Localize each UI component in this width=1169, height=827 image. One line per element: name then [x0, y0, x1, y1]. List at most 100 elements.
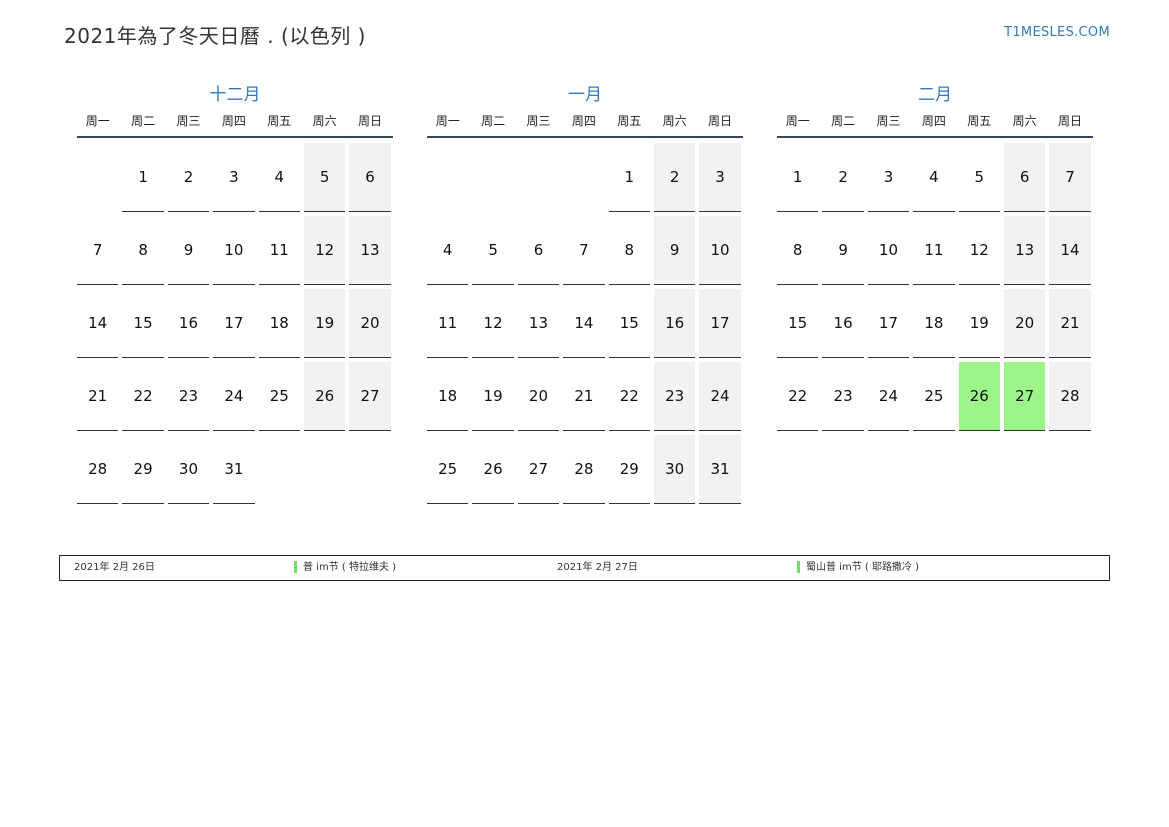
day-cell: 2: [822, 143, 864, 212]
month-december: 十二月 周一 周二 周三 周四 周五 周六 周日 1 2 3 4 5 6 7 8 9 10 11 12 13 14 15…: [77, 82, 393, 504]
day-cell: 26: [472, 435, 514, 504]
day-cell: 15: [122, 289, 164, 358]
day-cell: 6: [349, 143, 391, 212]
day-cell: 17: [867, 289, 910, 358]
day-cell-empty: [349, 435, 390, 504]
day-cell: 31: [699, 435, 741, 504]
day-cell: 24: [867, 362, 910, 431]
month-title: 二月: [918, 85, 952, 105]
day-cell: 5: [958, 143, 1000, 212]
day-cell: 10: [867, 216, 910, 285]
day-cell: 25: [913, 362, 955, 431]
day-cell: 27: [517, 435, 560, 504]
day-cell: 20: [517, 362, 560, 431]
legend-date: 2021年 2月 26日: [74, 562, 155, 573]
weekday-label: 周一: [785, 113, 810, 128]
weekday-label: 周二: [131, 113, 156, 128]
weekday-label: 周三: [876, 113, 901, 128]
day-cell: 21: [77, 362, 119, 431]
day-cell: 14: [563, 289, 605, 358]
day-cell: 11: [258, 216, 300, 285]
day-cell: 18: [427, 362, 469, 431]
day-cell: 23: [653, 362, 696, 431]
month-title: 十二月: [209, 85, 261, 105]
day-cell: 15: [777, 289, 819, 358]
day-cell: 23: [167, 362, 210, 431]
day-cell: 25: [427, 435, 469, 504]
page-title: 2021年為了冬天日曆 . (以色列 ): [64, 24, 366, 48]
day-cell: 26: [303, 362, 346, 431]
day-cell: 18: [258, 289, 300, 358]
day-grid: 1 2 3 4 5 6 7 8 9 10 11 12 13 14 15 16 17 18 19 20 21 22 23 24 2…: [777, 143, 1093, 431]
weekday-label: 周五: [617, 113, 642, 128]
day-grid: 1 2 3 4 5 6 7 8 9 10 11 12 13 14 15 16 17 18 19 20 21 22 23 24 2…: [77, 143, 393, 504]
day-cell: 21: [1049, 289, 1091, 358]
day-cell: 13: [1003, 216, 1046, 285]
day-cell: 15: [608, 289, 650, 358]
day-cell: 16: [653, 289, 696, 358]
day-cell-empty: [427, 143, 468, 212]
day-cell: 12: [303, 216, 346, 285]
day-cell: 13: [517, 289, 560, 358]
weekday-label: 周四: [221, 113, 246, 128]
day-cell: 27: [1003, 362, 1046, 431]
weekday-label: 周六: [662, 113, 687, 128]
holiday-legend: 2021年 2月 26日 普 im节 ( 特拉维夫 ) 2021年 2月 27日…: [59, 555, 1110, 581]
day-cell-empty: [518, 143, 559, 212]
day-cell: 17: [213, 289, 255, 358]
day-cell: 31: [213, 435, 255, 504]
legend-date: 2021年 2月 27日: [557, 562, 638, 573]
day-cell: 8: [608, 216, 650, 285]
day-cell: 29: [122, 435, 164, 504]
day-cell: 14: [1049, 216, 1091, 285]
weekday-label: 周三: [176, 113, 201, 128]
day-cell: 11: [913, 216, 955, 285]
day-cell: 20: [1003, 289, 1046, 358]
holiday-marker-icon: [294, 561, 297, 573]
day-cell: 28: [77, 435, 119, 504]
day-cell: 9: [822, 216, 864, 285]
day-cell: 3: [867, 143, 910, 212]
day-cell: 28: [563, 435, 605, 504]
day-grid: 1 2 3 4 5 6 7 8 9 10 11 12 13 14 15 16 17 18 19 20 21 22 23 24 2…: [427, 143, 743, 504]
day-cell: 28: [1049, 362, 1091, 431]
day-cell: 5: [472, 216, 514, 285]
site-link[interactable]: T1MESLES.COM: [1004, 25, 1110, 40]
day-cell: 20: [349, 289, 391, 358]
day-cell: 9: [653, 216, 696, 285]
weekday-label: 周一: [435, 113, 460, 128]
day-cell: 6: [1003, 143, 1046, 212]
day-cell: 14: [77, 289, 119, 358]
day-cell: 7: [563, 216, 605, 285]
day-cell: 22: [608, 362, 650, 431]
day-cell: 7: [77, 216, 119, 285]
day-cell: 4: [258, 143, 300, 212]
weekday-label: 周日: [708, 113, 733, 128]
day-cell: 2: [167, 143, 210, 212]
day-cell: 16: [167, 289, 210, 358]
day-cell: 24: [213, 362, 255, 431]
day-cell: 19: [958, 289, 1000, 358]
weekday-label: 周三: [526, 113, 551, 128]
day-cell: 26: [958, 362, 1000, 431]
day-cell: 8: [777, 216, 819, 285]
day-cell: 19: [472, 362, 514, 431]
day-cell-empty: [259, 435, 300, 504]
day-cell: 24: [699, 362, 741, 431]
day-cell: 25: [258, 362, 300, 431]
day-cell: 6: [517, 216, 560, 285]
weekday-label: 周六: [312, 113, 337, 128]
month-february: 二月 周一 周二 周三 周四 周五 周六 周日 1 2 3 4 5 6 7 8 9 10 11 12 13 14 15 1…: [777, 82, 1093, 431]
weekday-label: 周四: [571, 113, 596, 128]
day-cell: 8: [122, 216, 164, 285]
day-cell: 11: [427, 289, 469, 358]
weekday-label: 周六: [1012, 113, 1037, 128]
day-cell: 19: [303, 289, 346, 358]
day-cell: 12: [958, 216, 1000, 285]
legend-holiday: 普 im节 ( 特拉维夫 ): [294, 556, 396, 580]
weekday-label: 周五: [267, 113, 292, 128]
day-cell: 5: [303, 143, 346, 212]
weekday-label: 周日: [358, 113, 383, 128]
day-cell: 4: [427, 216, 469, 285]
day-cell: 30: [653, 435, 696, 504]
